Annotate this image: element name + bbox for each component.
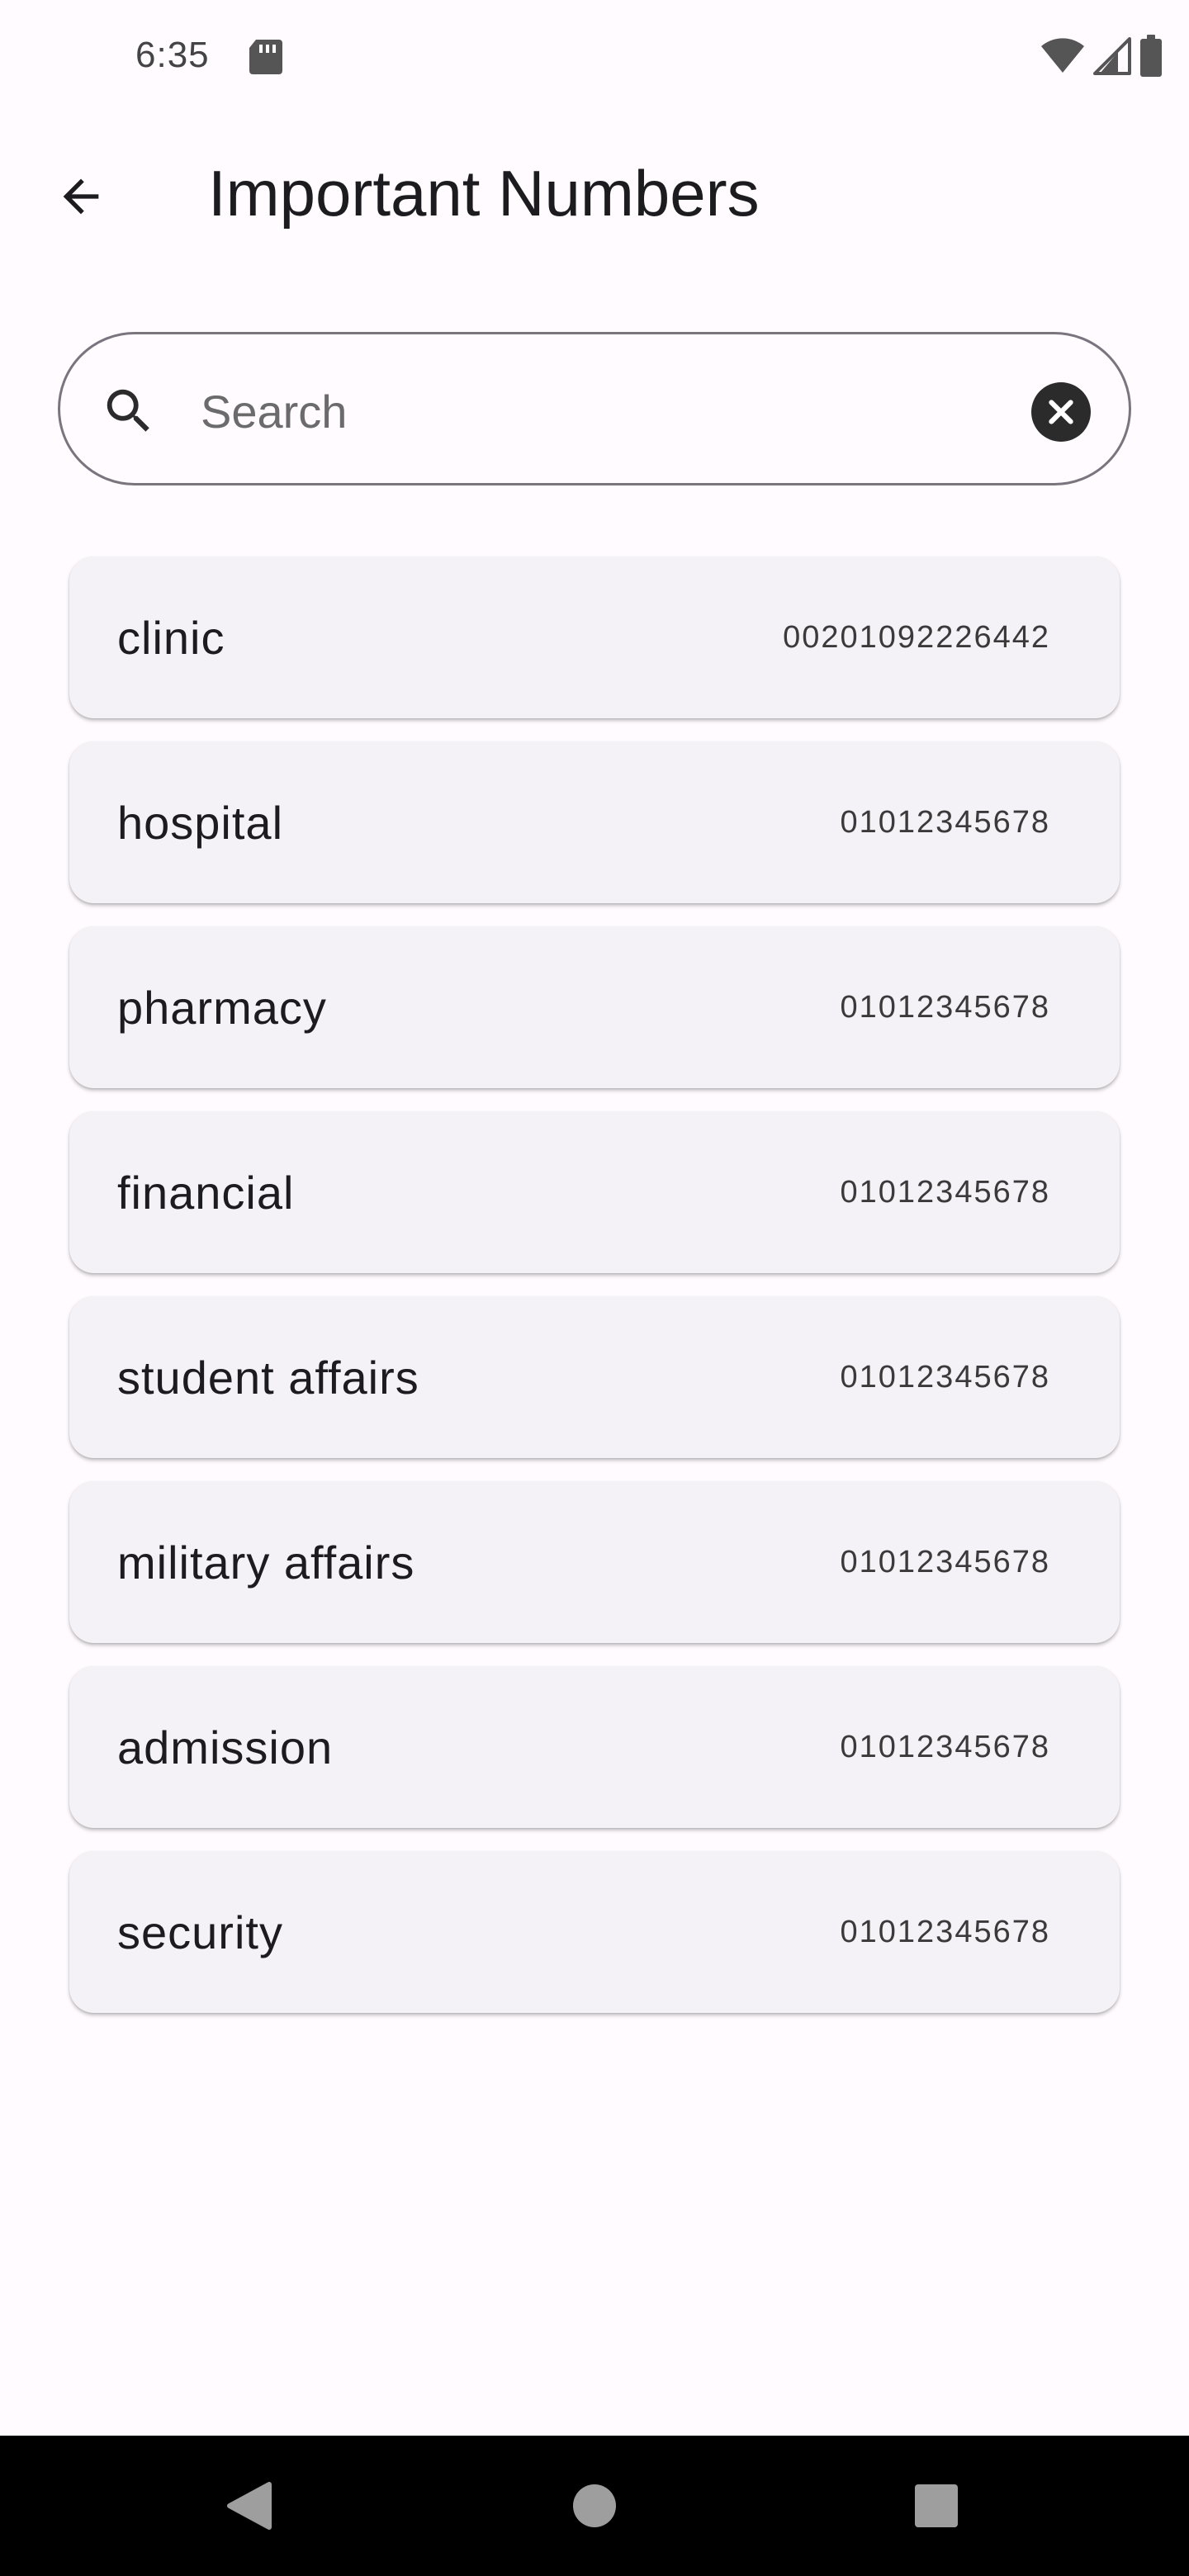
nav-recents-button[interactable] bbox=[870, 2436, 1002, 2576]
status-icons bbox=[1040, 33, 1163, 79]
back-button[interactable] bbox=[41, 157, 121, 236]
contact-name: clinic bbox=[117, 611, 225, 664]
recents-nav-icon bbox=[915, 2484, 958, 2527]
page-title: Important Numbers bbox=[208, 157, 760, 230]
contact-number: 01012345678 bbox=[840, 1544, 1050, 1579]
search-input[interactable] bbox=[199, 367, 1028, 455]
search-icon bbox=[107, 389, 149, 432]
nav-back-button[interactable] bbox=[183, 2436, 315, 2576]
sd-card-icon bbox=[249, 40, 282, 74]
battery-icon bbox=[1140, 35, 1162, 77]
contact-name: pharmacy bbox=[117, 981, 327, 1034]
contact-number: 01012345678 bbox=[840, 804, 1050, 840]
list-item[interactable]: clinic 00201092226442 bbox=[69, 556, 1120, 718]
app-bar: Important Numbers bbox=[0, 116, 1189, 264]
list-item[interactable]: admission 01012345678 bbox=[69, 1666, 1120, 1828]
list-item[interactable]: student affairs 01012345678 bbox=[69, 1296, 1120, 1458]
list-item[interactable]: hospital 01012345678 bbox=[69, 741, 1120, 903]
list-item[interactable]: financial 01012345678 bbox=[69, 1111, 1120, 1273]
arrow-back-icon bbox=[63, 178, 99, 215]
contact-number: 01012345678 bbox=[840, 1914, 1050, 1949]
contact-number: 00201092226442 bbox=[783, 619, 1050, 655]
search-bar[interactable] bbox=[58, 332, 1131, 485]
status-bar: 6:35 bbox=[0, 0, 1189, 116]
signal-icon bbox=[1093, 37, 1131, 75]
list-item[interactable]: pharmacy 01012345678 bbox=[69, 926, 1120, 1088]
contact-name: hospital bbox=[117, 796, 284, 849]
contact-number: 01012345678 bbox=[840, 1174, 1050, 1210]
important-numbers-list: clinic 00201092226442 hospital 010123456… bbox=[69, 556, 1120, 2036]
clear-search-button[interactable] bbox=[1031, 382, 1091, 442]
system-nav-bar bbox=[0, 2436, 1189, 2576]
contact-number: 01012345678 bbox=[840, 989, 1050, 1025]
contact-name: military affairs bbox=[117, 1536, 415, 1589]
status-time: 6:35 bbox=[135, 35, 210, 75]
contact-name: security bbox=[117, 1906, 283, 1958]
contact-number: 01012345678 bbox=[840, 1359, 1050, 1395]
list-item[interactable]: military affairs 01012345678 bbox=[69, 1481, 1120, 1643]
contact-name: financial bbox=[117, 1166, 295, 1219]
back-nav-icon bbox=[227, 2482, 272, 2530]
contact-name: admission bbox=[117, 1721, 334, 1773]
nav-home-button[interactable] bbox=[528, 2436, 661, 2576]
list-item[interactable]: security 01012345678 bbox=[69, 1851, 1120, 2013]
contact-name: student affairs bbox=[117, 1351, 419, 1404]
contact-number: 01012345678 bbox=[840, 1729, 1050, 1764]
wifi-icon bbox=[1041, 38, 1084, 73]
home-nav-icon bbox=[573, 2484, 616, 2527]
clear-icon bbox=[1049, 400, 1073, 424]
